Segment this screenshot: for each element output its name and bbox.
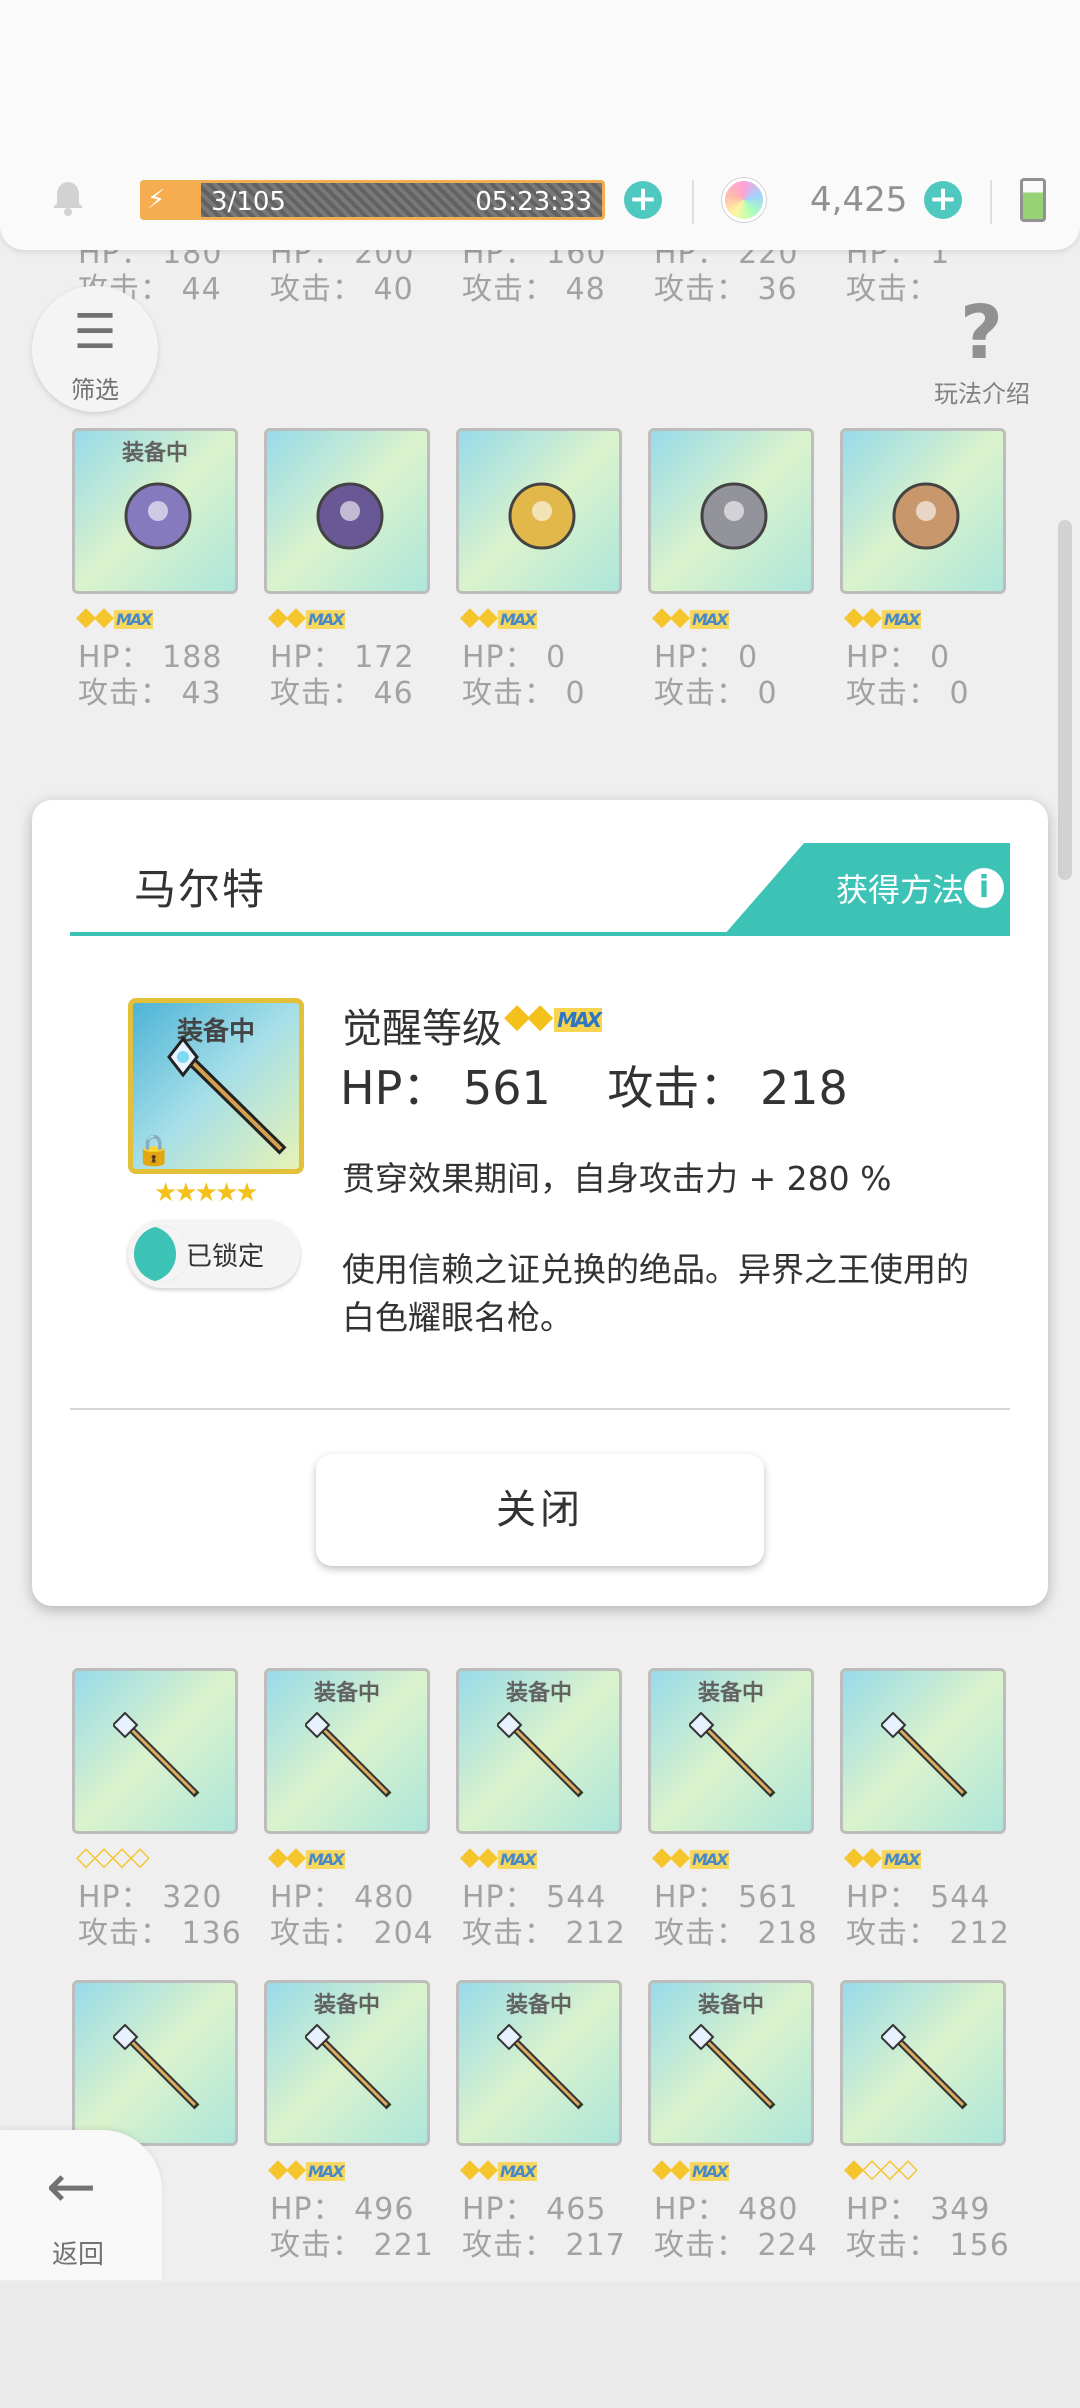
lock-label: 已锁定	[186, 1242, 265, 1272]
divider	[70, 1408, 1010, 1410]
attack-value: 攻击： 218	[607, 1061, 848, 1115]
hp-value: HP： 561	[340, 1061, 551, 1115]
dialog-title: 马尔特	[134, 865, 267, 914]
lock-toggle[interactable]: 已锁定	[128, 1220, 300, 1288]
title-rule	[70, 932, 1010, 936]
awaken-stars: ◆◆	[504, 996, 553, 1036]
item-card: 装备中 🔒	[128, 998, 304, 1174]
skill-text: 贯穿效果期间，自身攻击力 + 280 %	[342, 1159, 892, 1198]
rarity-stars: ★★★★★	[154, 1178, 259, 1208]
toggle-knob	[134, 1226, 190, 1282]
info-icon: i	[964, 868, 1004, 908]
item-detail-dialog: 马尔特 获得方法 i 装备中 🔒 ★★★★★ 已锁定 觉醒等级 ◆◆ MAX HP…	[32, 800, 1048, 1606]
obtain-method-button[interactable]: 获得方法 i	[724, 843, 1010, 935]
close-button[interactable]: 关闭	[316, 1454, 764, 1566]
item-description: 使用信赖之证兑换的绝品。异界之王使用的白色耀眼名枪。	[342, 1250, 969, 1337]
awaken-level-label: 觉醒等级	[342, 1006, 502, 1052]
item-stats: HP： 561 攻击： 218	[340, 1052, 890, 1118]
spear-icon	[167, 1036, 287, 1155]
lock-icon: 🔒	[135, 1133, 173, 1168]
obtain-label: 获得方法	[836, 871, 965, 909]
awaken-level-stars: ◆◆ MAX	[504, 996, 603, 1036]
max-badge: MAX	[554, 1008, 603, 1032]
